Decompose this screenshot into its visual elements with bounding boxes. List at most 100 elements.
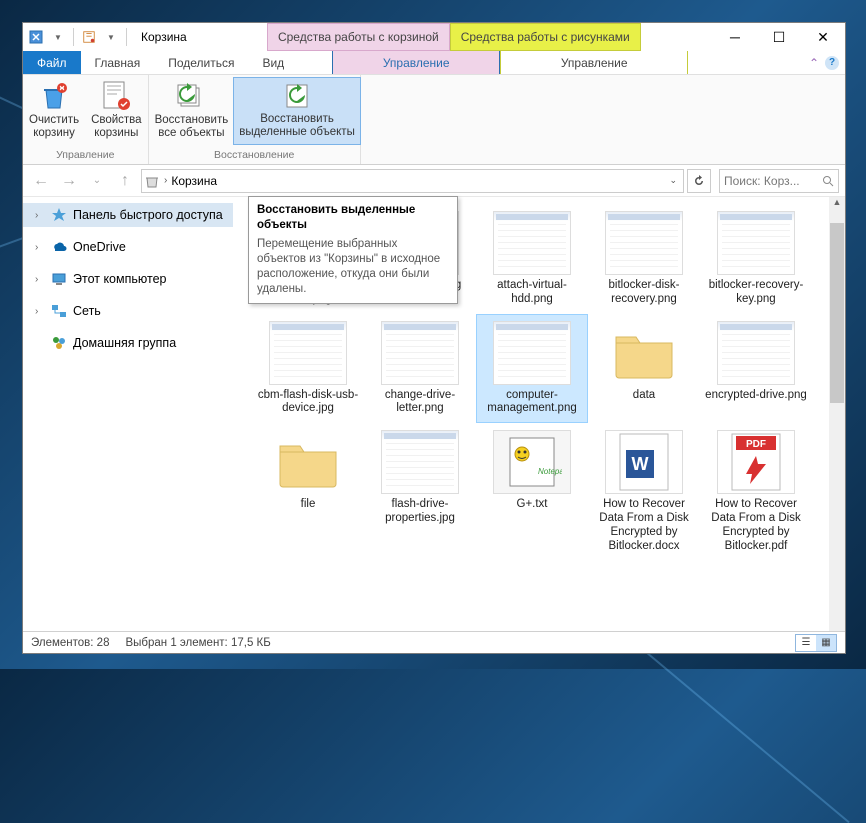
file-item[interactable]: change-drive-letter.png xyxy=(365,315,475,423)
file-thumbnail xyxy=(381,321,459,385)
file-item[interactable]: attach-virtual-hdd.png xyxy=(477,205,587,313)
status-bar: Элементов: 28 Выбран 1 элемент: 17,5 КБ … xyxy=(23,631,845,653)
properties-icon[interactable] xyxy=(80,28,98,46)
minimize-button[interactable]: ─ xyxy=(713,23,757,51)
qat-dropdown-2-icon[interactable]: ▼ xyxy=(102,28,120,46)
file-thumbnail xyxy=(493,321,571,385)
search-box[interactable]: Поиск: Корз... xyxy=(719,169,839,193)
sidebar-item-quickaccess[interactable]: › Панель быстрого доступа xyxy=(23,203,233,227)
computer-icon xyxy=(51,271,67,287)
file-name-label: How to Recover Data From a Disk Encrypte… xyxy=(593,498,695,553)
share-tab[interactable]: Поделиться xyxy=(154,51,248,74)
chevron-right-icon[interactable]: › xyxy=(35,242,38,253)
file-name-label: G+.txt xyxy=(517,498,548,512)
explorer-window: ▼ ▼ Корзина Средства работы с корзиной С… xyxy=(22,22,846,654)
view-mode-toggle: ☰ ▦ xyxy=(795,634,837,652)
file-name-label: attach-virtual-hdd.png xyxy=(481,279,583,307)
file-thumbnail: W xyxy=(605,430,683,494)
close-button[interactable]: ✕ xyxy=(801,23,845,51)
chevron-right-icon[interactable]: › xyxy=(35,274,38,285)
back-button[interactable]: ← xyxy=(29,169,53,193)
context-tab-recycle[interactable]: Средства работы с корзиной xyxy=(267,23,450,51)
window-controls: ─ ☐ ✕ xyxy=(713,23,845,51)
sidebar-item-network[interactable]: › Сеть xyxy=(23,299,233,323)
file-item[interactable]: file xyxy=(253,424,363,559)
chevron-right-icon[interactable]: › xyxy=(35,306,38,317)
ribbon-group-management: Очистить корзину Свойства корзины Управл… xyxy=(23,75,149,164)
file-name-label: flash-drive-properties.jpg xyxy=(369,498,471,526)
vertical-scrollbar[interactable]: ▲ xyxy=(829,197,845,631)
file-name-label: bitlocker-recovery-key.png xyxy=(705,279,807,307)
help-icon[interactable]: ? xyxy=(825,56,839,70)
svg-text:W: W xyxy=(632,454,649,474)
status-selection: Выбран 1 элемент: 17,5 КБ xyxy=(125,637,270,649)
star-icon xyxy=(51,207,67,223)
tooltip-body: Перемещение выбранных объектов из "Корзи… xyxy=(257,237,449,297)
file-thumbnail xyxy=(381,430,459,494)
view-tab[interactable]: Вид xyxy=(248,51,298,74)
file-name-label: How to Recover Data From a Disk Encrypte… xyxy=(705,498,807,553)
file-thumbnail xyxy=(269,430,347,494)
file-name-label: data xyxy=(633,389,655,403)
search-icon xyxy=(822,175,834,187)
file-thumbnail xyxy=(605,321,683,385)
file-item[interactable]: W How to Recover Data From a Disk Encrypt… xyxy=(589,424,699,559)
maximize-button[interactable]: ☐ xyxy=(757,23,801,51)
sidebar-item-onedrive[interactable]: › OneDrive xyxy=(23,235,233,259)
sidebar-item-thispc[interactable]: › Этот компьютер xyxy=(23,267,233,291)
manage-tab-pictures[interactable]: Управление xyxy=(500,51,688,74)
collapse-ribbon-icon[interactable]: ⌃ xyxy=(809,56,819,70)
history-dropdown[interactable]: ⌄ xyxy=(85,169,109,193)
qat-dropdown-icon[interactable]: ▼ xyxy=(49,28,67,46)
scroll-up-icon[interactable]: ▲ xyxy=(829,197,845,207)
restore-selected-button[interactable]: Восстановить выделенные объекты xyxy=(233,77,361,145)
scroll-thumb[interactable] xyxy=(830,223,844,403)
file-item[interactable]: bitlocker-recovery-key.png xyxy=(701,205,811,313)
window-title: Корзина xyxy=(133,23,195,51)
refresh-button[interactable] xyxy=(687,169,711,193)
ribbon-group-label-1: Управление xyxy=(23,147,148,164)
status-item-count: Элементов: 28 xyxy=(31,637,109,649)
title-bar: ▼ ▼ Корзина Средства работы с корзиной С… xyxy=(23,23,845,51)
file-item[interactable]: PDFHow to Recover Data From a Disk Encry… xyxy=(701,424,811,559)
empty-recycle-button[interactable]: Очистить корзину xyxy=(23,78,85,144)
recycle-properties-button[interactable]: Свойства корзины xyxy=(85,78,148,144)
file-item[interactable]: bitlocker-disk-recovery.png xyxy=(589,205,699,313)
file-item[interactable]: computer-management.png xyxy=(477,315,587,423)
location-icon xyxy=(144,173,160,189)
file-item[interactable]: encrypted-drive.png xyxy=(701,315,811,423)
file-item[interactable]: Notepad++G+.txt xyxy=(477,424,587,559)
restore-all-button[interactable]: Восстановить все объекты xyxy=(149,78,235,144)
file-name-label: bitlocker-disk-recovery.png xyxy=(593,279,695,307)
address-dropdown-icon[interactable]: ⌄ xyxy=(664,175,681,186)
file-item[interactable]: cbm-flash-disk-usb-device.jpg xyxy=(253,315,363,423)
file-name-label: cbm-flash-disk-usb-device.jpg xyxy=(257,389,359,417)
file-thumbnail xyxy=(717,211,795,275)
home-tab[interactable]: Главная xyxy=(81,51,155,74)
file-item[interactable]: data xyxy=(589,315,699,423)
file-item[interactable]: flash-drive-properties.jpg xyxy=(365,424,475,559)
context-tab-pictures[interactable]: Средства работы с рисунками xyxy=(450,23,641,51)
sidebar-item-homegroup[interactable]: Домашняя группа xyxy=(23,331,233,355)
ribbon-body: Очистить корзину Свойства корзины Управл… xyxy=(23,75,845,165)
quick-access-toolbar: ▼ ▼ xyxy=(23,23,133,51)
details-view-button[interactable]: ☰ xyxy=(796,635,816,651)
onedrive-icon xyxy=(51,239,67,255)
forward-button[interactable]: → xyxy=(57,169,81,193)
file-thumbnail xyxy=(269,321,347,385)
icons-view-button[interactable]: ▦ xyxy=(816,635,836,651)
file-tab[interactable]: Файл xyxy=(23,51,81,74)
context-tab-headers: Средства работы с корзиной Средства рабо… xyxy=(267,23,641,51)
ribbon-tabs: Файл Главная Поделиться Вид Управление У… xyxy=(23,51,845,75)
file-thumbnail xyxy=(493,211,571,275)
up-button[interactable]: ↑ xyxy=(113,169,137,193)
navigation-pane: › Панель быстрого доступа › OneDrive › Э… xyxy=(23,197,233,631)
file-thumbnail xyxy=(717,321,795,385)
chevron-right-icon[interactable]: › xyxy=(35,210,38,221)
manage-tab-recycle[interactable]: Управление xyxy=(332,51,500,74)
file-name-label: computer-management.png xyxy=(481,389,583,417)
address-bar[interactable]: › Корзина ⌄ xyxy=(141,169,684,193)
tooltip: Восстановить выделенные объекты Перемеще… xyxy=(248,196,458,304)
address-chevron-icon[interactable]: › xyxy=(164,175,167,186)
file-thumbnail: PDF xyxy=(717,430,795,494)
